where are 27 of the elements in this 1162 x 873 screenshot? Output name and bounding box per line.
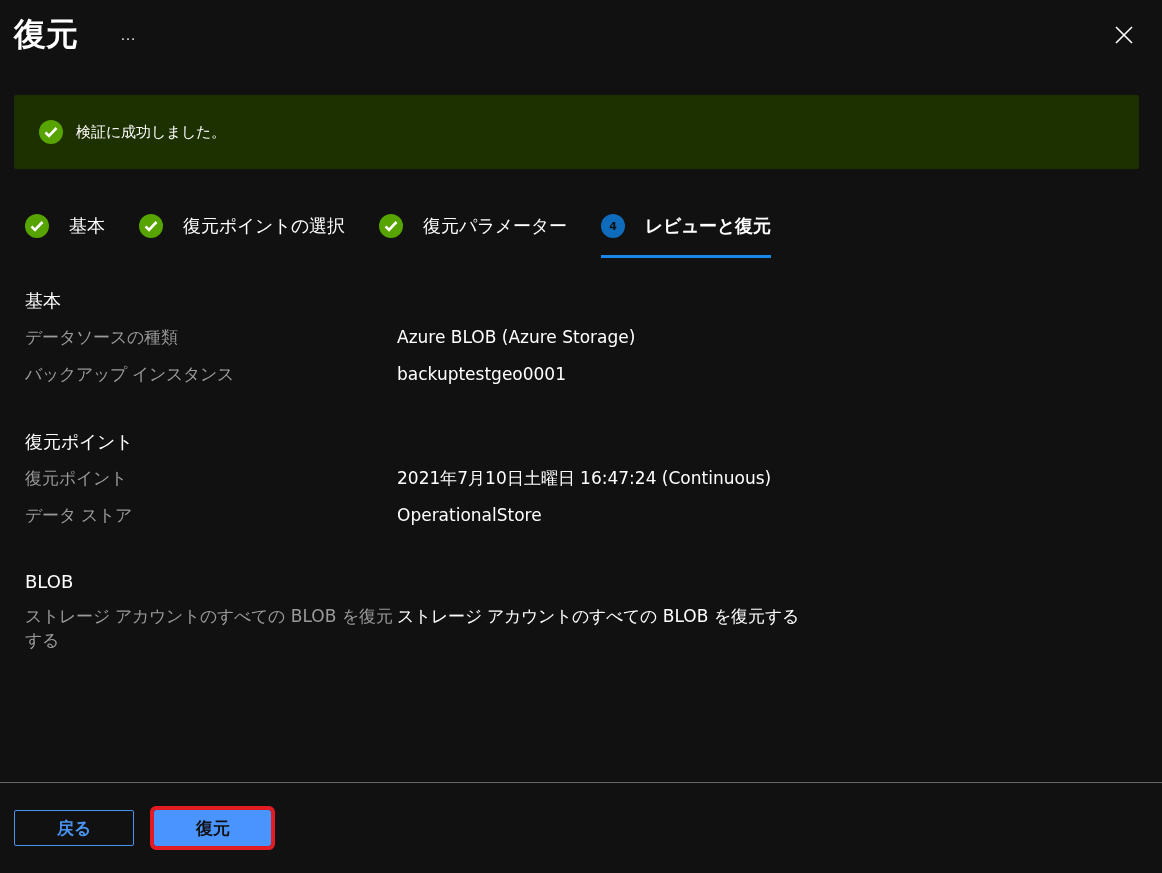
field-label: データ ストア: [25, 504, 134, 527]
close-icon[interactable]: [1114, 25, 1134, 45]
field-value: backuptestgeo0001: [397, 363, 567, 386]
panel-title: 復元: [14, 14, 78, 55]
wizard-tab[interactable]: 4 レビューと復元: [601, 209, 771, 258]
field-label: ストレージ アカウントのすべての BLOB を復元する: [25, 605, 394, 652]
wizard-tab[interactable]: 復元パラメーター: [379, 209, 567, 258]
step-number-icon: 4: [601, 214, 625, 238]
check-circle-icon: [25, 214, 49, 238]
field-value: ストレージ アカウントのすべての BLOB を復元する: [397, 605, 800, 628]
wizard-tab[interactable]: 基本: [25, 209, 105, 258]
section-heading: BLOB: [25, 571, 75, 592]
wizard-tab[interactable]: 復元ポイントの選択: [139, 209, 345, 258]
section-heading: 基本: [25, 289, 62, 313]
field-value: OperationalStore: [397, 504, 543, 527]
check-circle-icon: [39, 120, 63, 144]
field-value: 2021年7月10日土曜日 16:47:24 (Continuous): [397, 467, 773, 490]
section-heading: 復元ポイント: [25, 430, 134, 454]
more-button[interactable]: …: [116, 26, 140, 44]
field-label: データソースの種類: [25, 326, 179, 349]
banner-message: 検証に成功しました。: [76, 122, 226, 142]
field-label: バックアップ インスタンス: [25, 363, 236, 386]
back-button[interactable]: 戻る: [14, 810, 134, 846]
check-circle-icon: [379, 214, 403, 238]
field-label: 復元ポイント: [25, 467, 128, 490]
field-value: Azure BLOB (Azure Storage): [397, 326, 637, 349]
check-circle-icon: [139, 214, 163, 238]
